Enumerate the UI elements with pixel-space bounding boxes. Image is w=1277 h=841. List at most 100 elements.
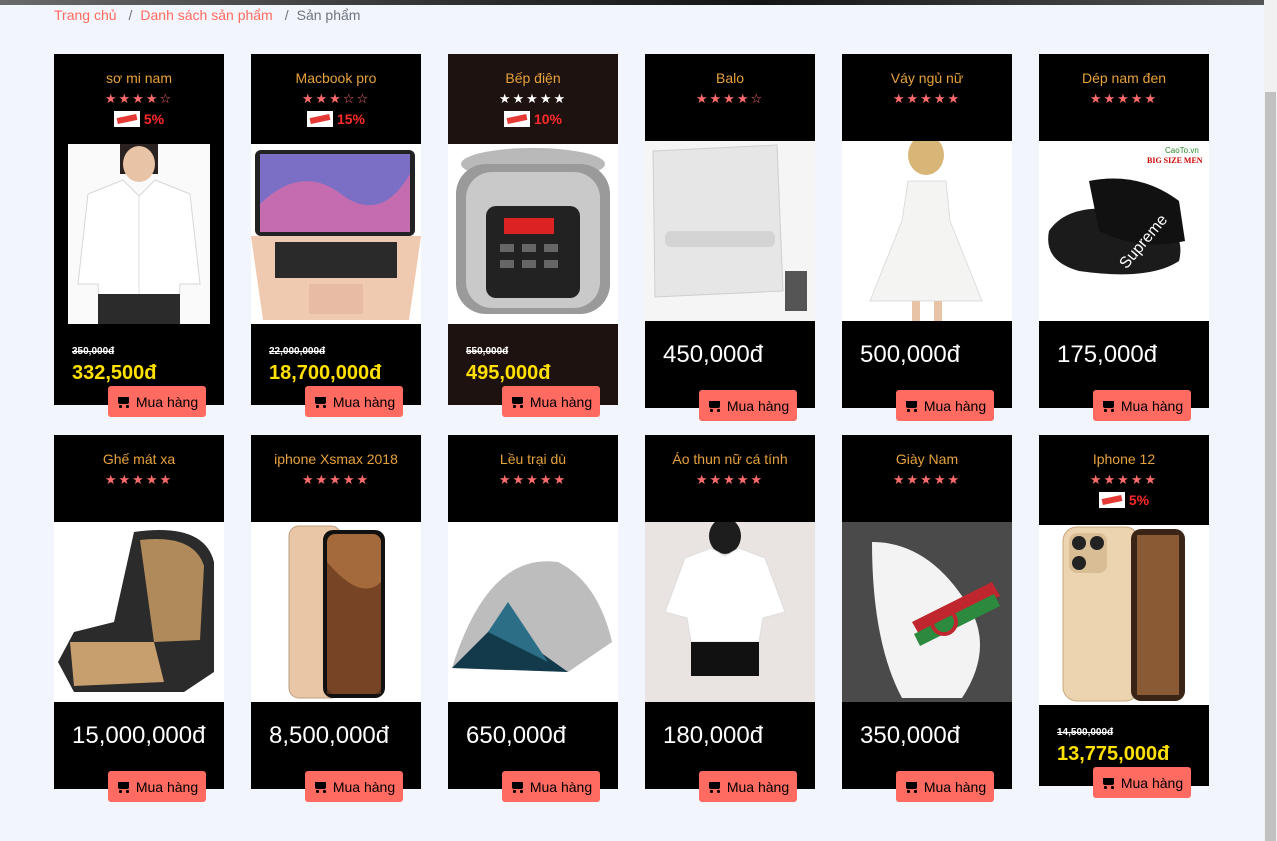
old-price: 22,000,000đ bbox=[269, 346, 326, 357]
card-header: Dép nam đen ★★★★★ bbox=[1039, 54, 1209, 141]
product-name[interactable]: Áo thun nữ cá tính bbox=[645, 451, 815, 467]
sale-badge: 10% bbox=[448, 111, 618, 127]
rating-stars: ★★★★★ bbox=[498, 472, 568, 487]
rating-stars: ★★★★☆ bbox=[695, 91, 765, 106]
product-card[interactable]: sơ mi nam ★★★★☆ 5% 350,000đ 332,500đ Mua… bbox=[54, 54, 224, 417]
shirt-image bbox=[68, 144, 210, 324]
price: 500,000đ bbox=[860, 341, 961, 368]
card-header: Iphone 12 ★★★★★ 5% bbox=[1039, 435, 1209, 525]
buy-button[interactable]: Mua hàng bbox=[699, 771, 797, 802]
card-header: Áo thun nữ cá tính ★★★★★ bbox=[645, 435, 815, 522]
rating-stars: ★★★★★ bbox=[695, 472, 765, 487]
product-image[interactable] bbox=[842, 141, 1012, 321]
price-area: 650,000đ Mua hàng bbox=[448, 702, 618, 802]
product-name[interactable]: Ghế mát xa bbox=[54, 451, 224, 467]
iphone-12-image bbox=[1039, 525, 1209, 705]
product-name[interactable]: Iphone 12 bbox=[1039, 451, 1209, 467]
product-card[interactable]: Iphone 12 ★★★★★ 5% 14,500,000đ 13,775,00… bbox=[1039, 435, 1209, 798]
product-image[interactable] bbox=[448, 522, 618, 702]
buy-button[interactable]: Mua hàng bbox=[896, 390, 994, 421]
price: 175,000đ bbox=[1057, 341, 1158, 368]
price: 180,000đ bbox=[663, 722, 764, 749]
product-name[interactable]: Balo bbox=[645, 70, 815, 86]
price-area: 500,000đ Mua hàng bbox=[842, 321, 1012, 421]
rating-stars: ★★★★★ bbox=[104, 472, 174, 487]
product-image[interactable] bbox=[645, 522, 815, 702]
buy-button[interactable]: Mua hàng bbox=[1093, 390, 1191, 421]
scrollbar-thumb[interactable] bbox=[1265, 92, 1276, 841]
brand-tagline: BIG SIZE MEN bbox=[1147, 156, 1203, 165]
product-image[interactable] bbox=[251, 144, 421, 324]
tshirt-image bbox=[645, 522, 815, 702]
brand-watermark: CaoTo.vn bbox=[1165, 146, 1199, 155]
product-name[interactable]: Lều trại dù bbox=[448, 451, 618, 467]
buy-button[interactable]: Mua hàng bbox=[502, 771, 600, 802]
buy-button[interactable]: Mua hàng bbox=[108, 771, 206, 802]
product-card[interactable]: Lều trại dù ★★★★★ 650,000đ Mua hàng bbox=[448, 435, 618, 802]
price: 350,000đ bbox=[860, 722, 961, 749]
card-header: Bếp điện ★★★★★ 10% bbox=[448, 54, 618, 144]
rating-stars: ★★★★★ bbox=[892, 91, 962, 106]
product-name[interactable]: Váy ngủ nữ bbox=[842, 70, 1012, 86]
buy-button[interactable]: Mua hàng bbox=[305, 386, 403, 417]
breadcrumb: Trang chủ / Danh sách sản phẩm / Sản phẩ… bbox=[54, 7, 360, 23]
cart-icon bbox=[116, 396, 130, 408]
sale-price: 332,500đ bbox=[72, 362, 157, 384]
buy-button[interactable]: Mua hàng bbox=[896, 771, 994, 802]
price-area: 450,000đ Mua hàng bbox=[645, 321, 815, 421]
buy-button[interactable]: Mua hàng bbox=[305, 771, 403, 802]
buy-button[interactable]: Mua hàng bbox=[502, 386, 600, 417]
product-card[interactable]: Áo thun nữ cá tính ★★★★★ 180,000đ Mua hà… bbox=[645, 435, 815, 802]
old-price: 14,500,000đ bbox=[1057, 727, 1114, 738]
backpack-image bbox=[645, 141, 815, 321]
breadcrumb-home[interactable]: Trang chủ bbox=[54, 7, 117, 23]
sale-price: 495,000đ bbox=[466, 362, 551, 384]
product-card[interactable]: Ghế mát xa ★★★★★ 15,000,000đ Mua hàng bbox=[54, 435, 224, 802]
product-image[interactable] bbox=[251, 522, 421, 702]
cart-icon bbox=[510, 396, 524, 408]
product-name[interactable]: Macbook pro bbox=[251, 70, 421, 86]
product-card[interactable]: Váy ngủ nữ ★★★★★ 500,000đ Mua hàng bbox=[842, 54, 1012, 421]
product-name[interactable]: Dép nam đen bbox=[1039, 70, 1209, 86]
scrollbar[interactable] bbox=[1264, 0, 1277, 841]
product-card[interactable]: Dép nam đen ★★★★★ CaoTo.vn BIG SIZE MEN … bbox=[1039, 54, 1209, 421]
buy-button[interactable]: Mua hàng bbox=[699, 390, 797, 421]
product-card[interactable]: Bếp điện ★★★★★ 10% 550,000đ 495,000đ Mua… bbox=[448, 54, 618, 417]
product-card[interactable]: Macbook pro ★★★☆☆ 15% 22,000,000đ 18,700… bbox=[251, 54, 421, 417]
product-card[interactable]: iphone Xsmax 2018 ★★★★★ 8,500,000đ Mua h… bbox=[251, 435, 421, 802]
rating-stars: ★★★★★ bbox=[301, 472, 371, 487]
product-image[interactable] bbox=[1039, 525, 1209, 705]
discount-percent: 10% bbox=[533, 111, 563, 127]
card-header: iphone Xsmax 2018 ★★★★★ bbox=[251, 435, 421, 522]
product-image[interactable] bbox=[68, 144, 210, 324]
product-name[interactable]: Bếp điện bbox=[448, 70, 618, 86]
cart-icon bbox=[116, 781, 130, 793]
breadcrumb-product-list[interactable]: Danh sách sản phẩm bbox=[140, 7, 272, 23]
price: 8,500,000đ bbox=[269, 722, 390, 749]
card-header: Giày Nam ★★★★★ bbox=[842, 435, 1012, 522]
product-image[interactable] bbox=[645, 141, 815, 321]
buy-button[interactable]: Mua hàng bbox=[1093, 767, 1191, 798]
product-image[interactable] bbox=[54, 522, 224, 702]
sale-badge: 5% bbox=[1039, 492, 1209, 508]
buy-button[interactable]: Mua hàng bbox=[108, 386, 206, 417]
product-grid: sơ mi nam ★★★★☆ 5% 350,000đ 332,500đ Mua… bbox=[54, 54, 1214, 814]
top-banner bbox=[0, 0, 1264, 5]
product-name[interactable]: sơ mi nam bbox=[54, 70, 224, 86]
discount-percent: 5% bbox=[143, 111, 165, 127]
old-price: 550,000đ bbox=[466, 346, 509, 357]
product-name[interactable]: iphone Xsmax 2018 bbox=[251, 451, 421, 467]
product-image[interactable] bbox=[448, 144, 618, 324]
product-name[interactable]: Giày Nam bbox=[842, 451, 1012, 467]
price: 650,000đ bbox=[466, 722, 567, 749]
product-card[interactable]: Balo ★★★★☆ 450,000đ Mua hàng bbox=[645, 54, 815, 421]
sale-price: 18,700,000đ bbox=[269, 362, 382, 384]
product-image[interactable]: CaoTo.vn BIG SIZE MEN Supreme bbox=[1039, 141, 1209, 321]
card-header: Macbook pro ★★★☆☆ 15% bbox=[251, 54, 421, 144]
price-area: 15,000,000đ Mua hàng bbox=[54, 702, 224, 802]
sale-tag-icon bbox=[1098, 492, 1125, 508]
product-card[interactable]: Giày Nam ★★★★★ 350,000đ Mua hàng bbox=[842, 435, 1012, 802]
product-image[interactable] bbox=[842, 522, 1012, 702]
cart-icon bbox=[510, 781, 524, 793]
shoes-image bbox=[842, 522, 1012, 702]
